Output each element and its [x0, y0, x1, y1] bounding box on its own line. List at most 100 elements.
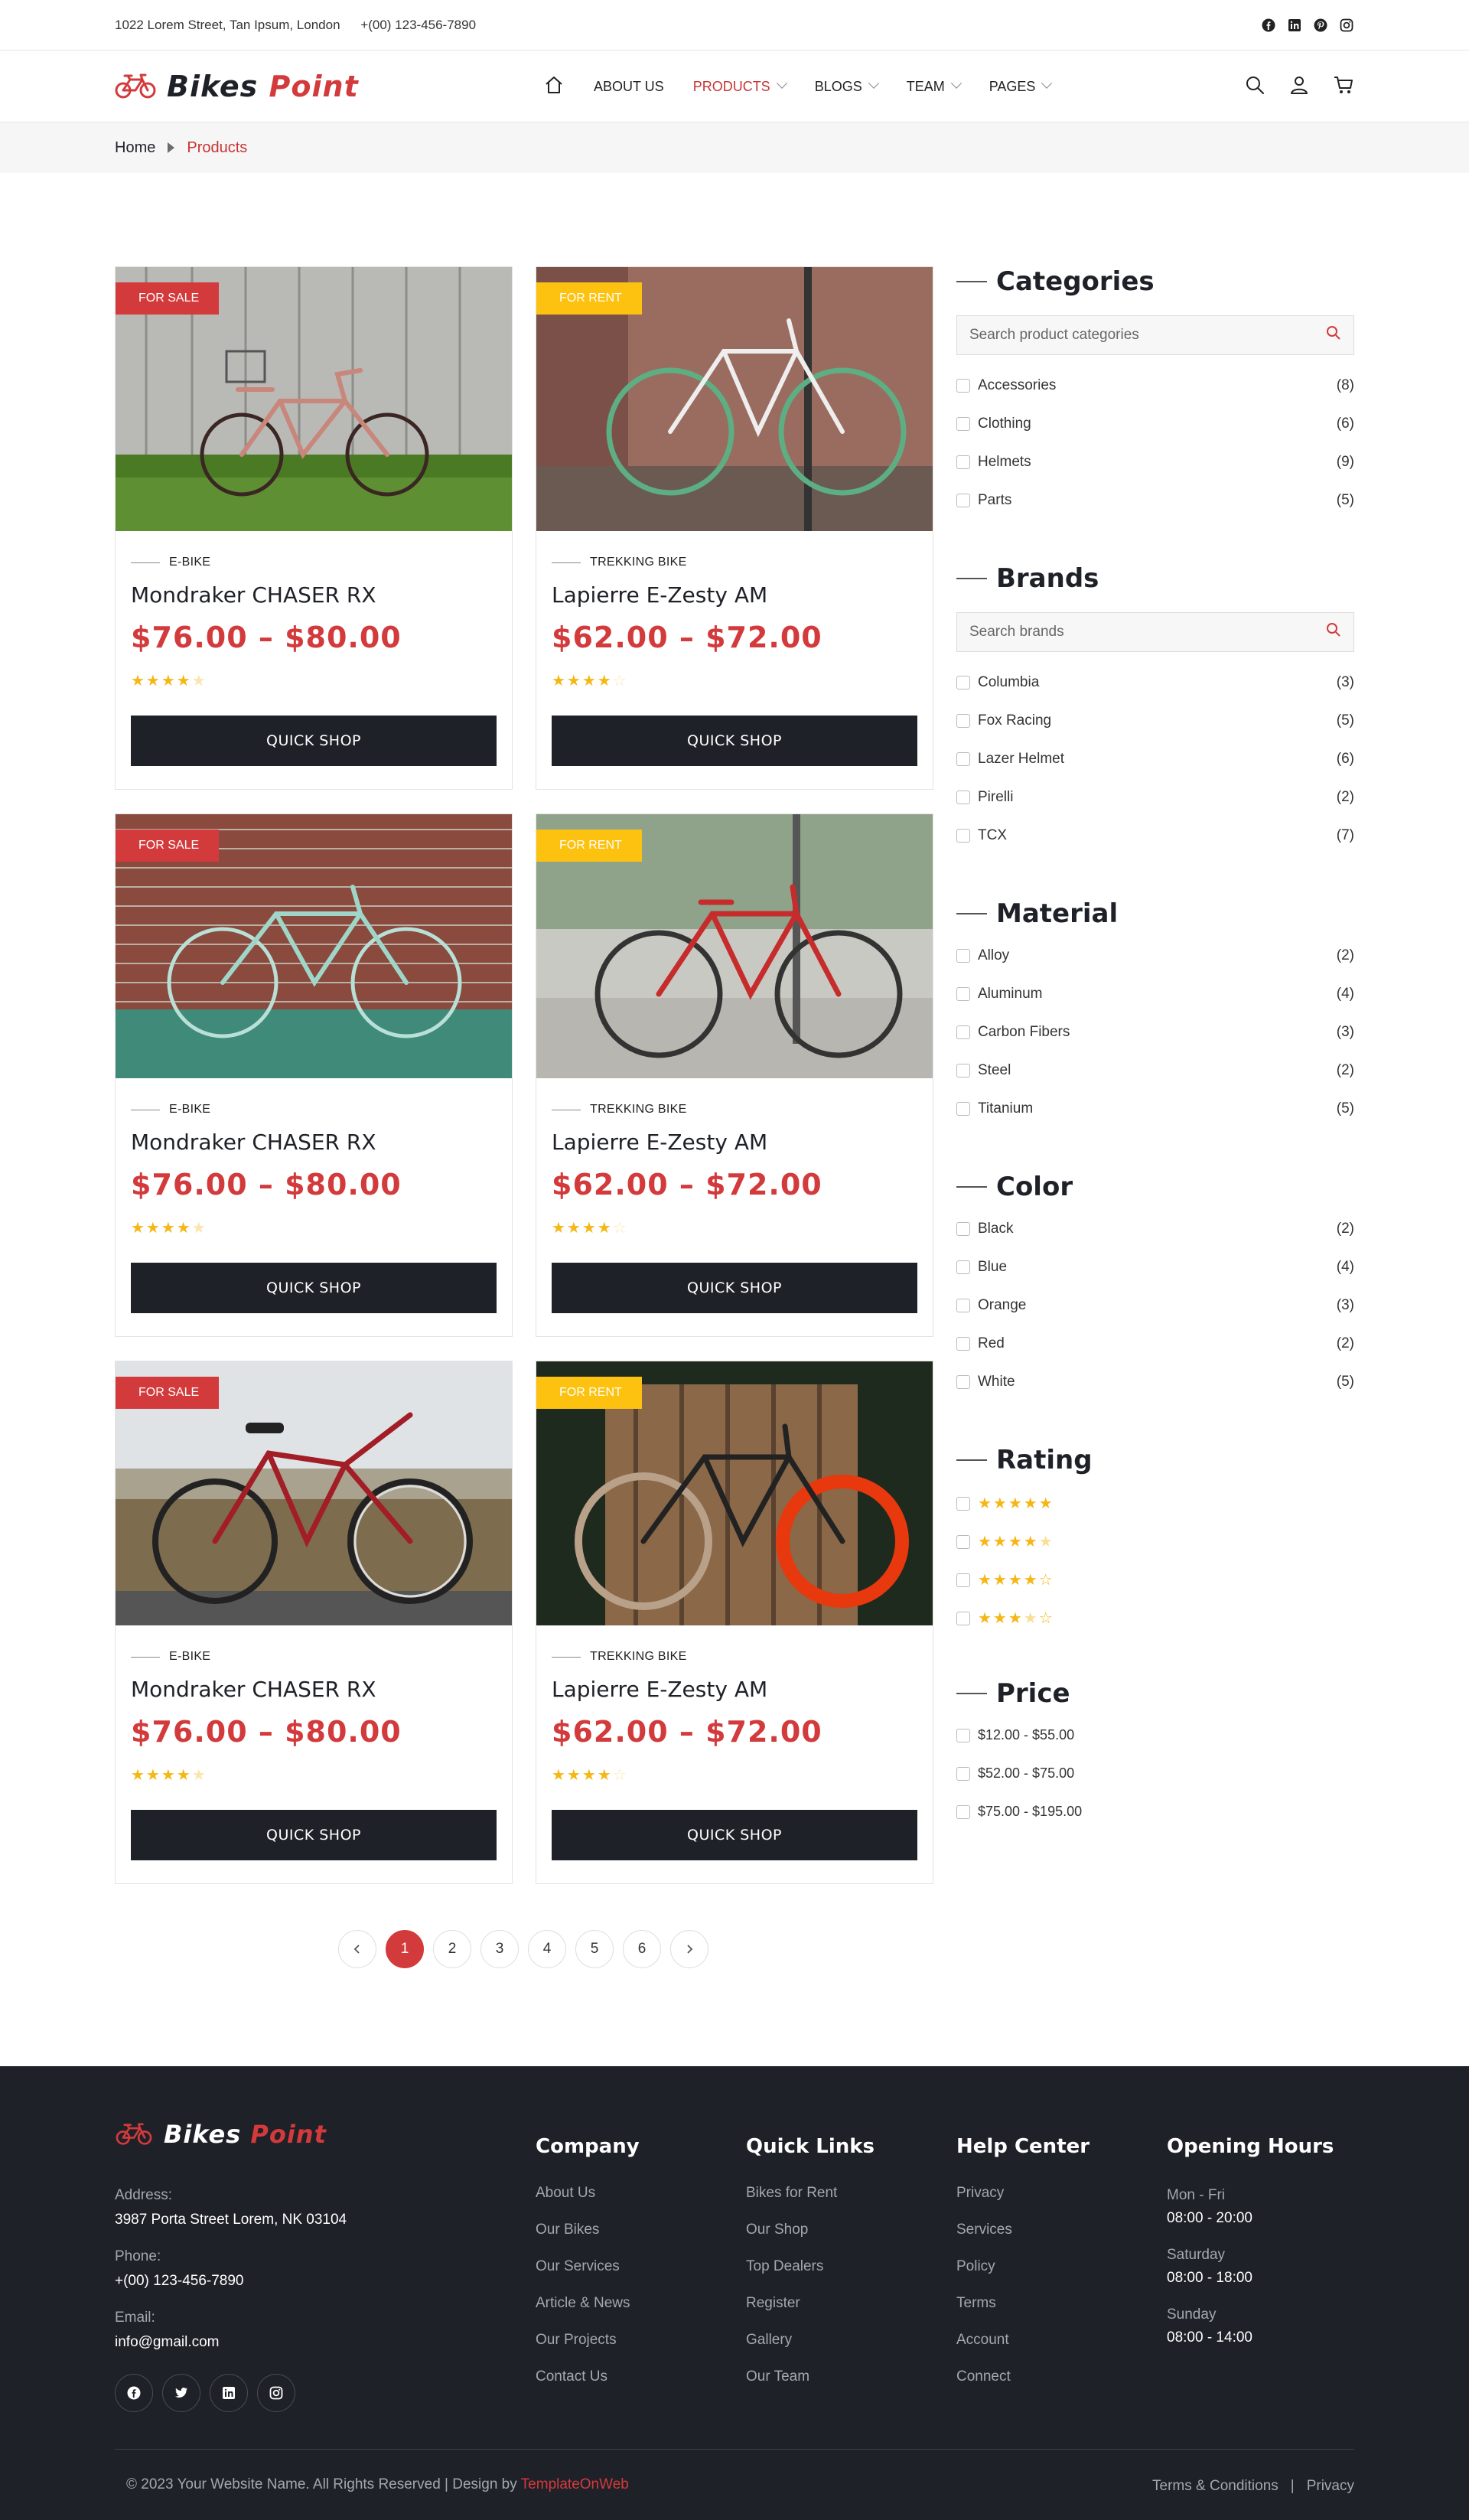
category-filter-item[interactable]: Helmets (9) [956, 454, 1354, 471]
category-filter-item[interactable]: Parts (5) [956, 492, 1354, 509]
privacy-link[interactable]: Privacy [1307, 2478, 1354, 2495]
price-filter-item[interactable]: $12.00 - $55.00 [956, 1727, 1354, 1743]
checkbox[interactable] [956, 676, 970, 689]
checkbox[interactable] [956, 1025, 970, 1039]
footer-link[interactable]: Privacy [956, 2175, 1090, 2212]
checkbox[interactable] [956, 1337, 970, 1351]
checkbox[interactable] [956, 791, 970, 804]
instagram-icon[interactable] [257, 2374, 295, 2412]
category-filter-item[interactable]: Clothing (6) [956, 416, 1354, 432]
instagram-icon[interactable] [1339, 18, 1354, 33]
checkbox[interactable] [956, 1804, 970, 1819]
linkedin-icon[interactable] [1287, 18, 1302, 33]
page-button[interactable]: 6 [623, 1930, 661, 1968]
cart-icon[interactable] [1333, 74, 1354, 99]
checkbox[interactable] [956, 1064, 970, 1077]
material-filter-item[interactable]: Steel (2) [956, 1062, 1354, 1079]
email-value[interactable]: info@gmail.com [115, 2334, 347, 2351]
page-button[interactable]: 1 [386, 1930, 424, 1968]
color-filter-item[interactable]: Red (2) [956, 1335, 1354, 1352]
top-phone[interactable]: +(00) 123-456-7890 [360, 18, 476, 32]
terms-link[interactable]: Terms & Conditions [1152, 2478, 1278, 2495]
material-filter-item[interactable]: Titanium (5) [956, 1100, 1354, 1117]
designer-link[interactable]: TemplateOnWeb [521, 2476, 629, 2492]
quick-shop-button[interactable]: QUICK SHOP [552, 716, 917, 766]
facebook-icon[interactable] [1261, 18, 1276, 33]
product-title[interactable]: Mondraker CHASER RX [131, 582, 376, 608]
checkbox[interactable] [956, 1260, 970, 1274]
footer-link[interactable]: Our Bikes [536, 2212, 640, 2248]
checkbox[interactable] [956, 987, 970, 1001]
twitter-icon[interactable] [162, 2374, 200, 2412]
checkbox[interactable] [956, 714, 970, 728]
page-button[interactable]: 5 [575, 1930, 614, 1968]
footer-link[interactable]: Register [746, 2285, 875, 2322]
category-search-input[interactable]: Search product categories [956, 315, 1354, 355]
checkbox[interactable] [956, 1534, 970, 1549]
color-filter-item[interactable]: Blue (4) [956, 1259, 1354, 1276]
checkbox[interactable] [956, 1766, 970, 1781]
search-icon[interactable] [1326, 622, 1341, 642]
search-icon[interactable] [1244, 74, 1265, 99]
price-filter-item[interactable]: $75.00 - $195.00 [956, 1804, 1354, 1820]
brand-filter-item[interactable]: Lazer Helmet (6) [956, 751, 1354, 768]
footer-link[interactable]: Contact Us [536, 2359, 640, 2395]
next-page-button[interactable] [670, 1930, 708, 1968]
product-image[interactable]: FOR RENT [536, 1361, 933, 1625]
checkbox[interactable] [956, 1375, 970, 1389]
brand-search-input[interactable]: Search brands [956, 612, 1354, 652]
product-title[interactable]: Lapierre E-Zesty AM [552, 1130, 767, 1155]
facebook-icon[interactable] [115, 2374, 153, 2412]
home-icon[interactable] [543, 74, 565, 99]
product-image[interactable]: FOR SALE [116, 814, 512, 1078]
checkbox[interactable] [956, 1496, 970, 1511]
footer-link[interactable]: Our Services [536, 2248, 640, 2285]
price-filter-item[interactable]: $52.00 - $75.00 [956, 1765, 1354, 1782]
footer-link[interactable]: Connect [956, 2359, 1090, 2395]
checkbox[interactable] [956, 1611, 970, 1625]
site-logo[interactable]: Bikes Point [115, 70, 543, 103]
checkbox[interactable] [956, 1573, 970, 1587]
nav-products[interactable]: PRODUCTS [693, 77, 787, 95]
footer-link[interactable]: Account [956, 2322, 1090, 2359]
material-filter-item[interactable]: Aluminum (4) [956, 986, 1354, 1002]
material-filter-item[interactable]: Alloy (2) [956, 947, 1354, 964]
nav-pages[interactable]: PAGES [989, 77, 1053, 95]
rating-filter-item[interactable]: ★★★★☆ [956, 1570, 1354, 1589]
footer-link[interactable]: Services [956, 2212, 1090, 2248]
nav-team[interactable]: TEAM [907, 77, 962, 95]
footer-link[interactable]: Our Projects [536, 2322, 640, 2359]
brand-filter-item[interactable]: Columbia (3) [956, 674, 1354, 691]
checkbox[interactable] [956, 1102, 970, 1116]
category-filter-item[interactable]: Accessories (8) [956, 377, 1354, 394]
checkbox[interactable] [956, 829, 970, 843]
product-image[interactable]: FOR RENT [536, 814, 933, 1078]
checkbox[interactable] [956, 455, 970, 469]
checkbox[interactable] [956, 1299, 970, 1312]
quick-shop-button[interactable]: QUICK SHOP [552, 1263, 917, 1313]
checkbox[interactable] [956, 417, 970, 431]
footer-link[interactable]: Top Dealers [746, 2248, 875, 2285]
footer-link[interactable]: Gallery [746, 2322, 875, 2359]
quick-shop-button[interactable]: QUICK SHOP [131, 1810, 497, 1860]
nav-blogs[interactable]: BLOGS [815, 77, 879, 95]
nav-about[interactable]: ABOUT US [594, 79, 664, 95]
product-image[interactable]: FOR RENT [536, 267, 933, 531]
checkbox[interactable] [956, 752, 970, 766]
user-icon[interactable] [1288, 74, 1310, 99]
footer-link[interactable]: Article & News [536, 2285, 640, 2322]
footer-logo[interactable]: Bikes Point [115, 2120, 347, 2149]
checkbox[interactable] [956, 1222, 970, 1236]
page-button[interactable]: 2 [433, 1930, 471, 1968]
checkbox[interactable] [956, 949, 970, 963]
quick-shop-button[interactable]: QUICK SHOP [131, 716, 497, 766]
pinterest-icon[interactable] [1313, 18, 1328, 33]
footer-link[interactable]: About Us [536, 2175, 640, 2212]
phone-value[interactable]: +(00) 123-456-7890 [115, 2273, 347, 2290]
footer-link[interactable]: Policy [956, 2248, 1090, 2285]
rating-filter-item[interactable]: ★★★★☆ [956, 1609, 1354, 1628]
prev-page-button[interactable] [338, 1930, 376, 1968]
rating-filter-item[interactable]: ★★★★★ [956, 1532, 1354, 1551]
product-title[interactable]: Lapierre E-Zesty AM [552, 1677, 767, 1702]
color-filter-item[interactable]: White (5) [956, 1374, 1354, 1390]
